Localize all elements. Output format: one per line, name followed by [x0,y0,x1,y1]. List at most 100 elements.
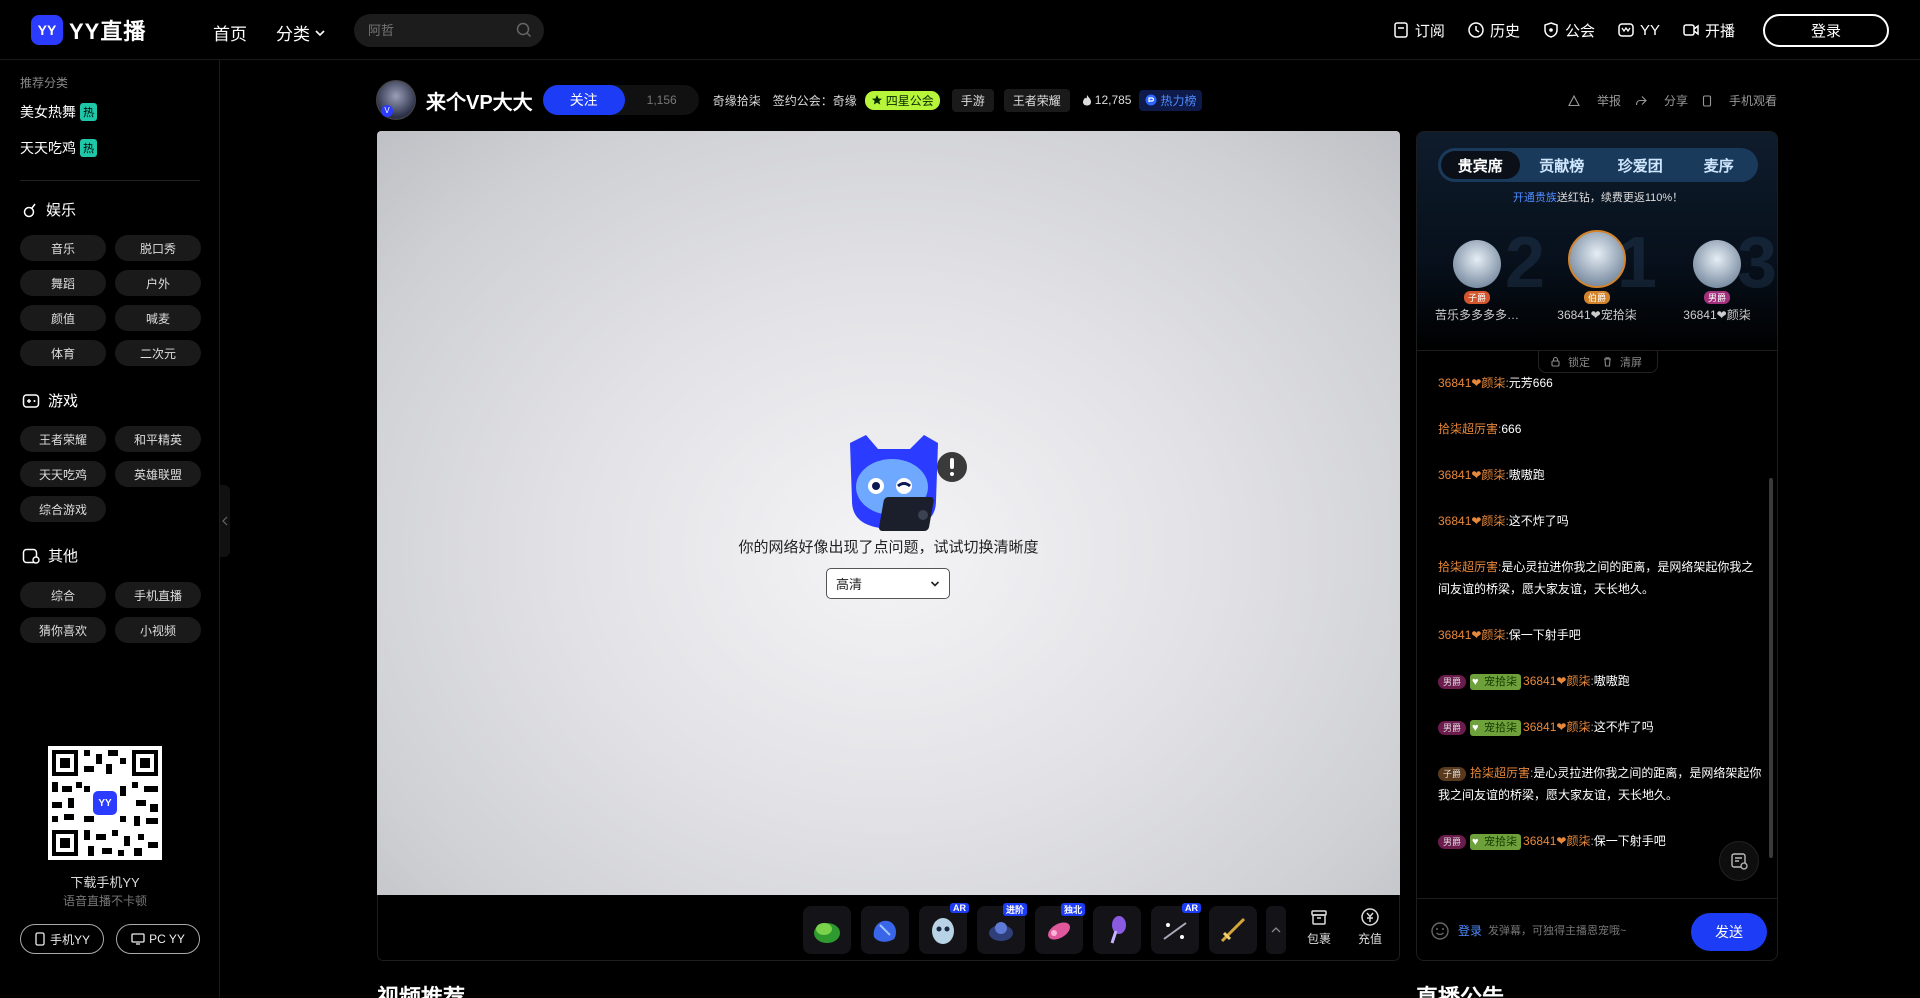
sidebar-pill[interactable]: 综合游戏 [20,496,106,522]
gift-item[interactable] [1209,906,1257,954]
chat-text: 元芳666 [1508,376,1553,390]
vip-seat[interactable]: 伯爵 36841❤宠拾柒 [1537,230,1657,323]
chat-scrollbar[interactable] [1769,478,1773,858]
nav-category[interactable]: 分类 [276,20,326,45]
guild-label[interactable]: 签约公会：奇缘 [773,92,857,109]
chat-message: 男爵宠拾柒36841❤颜柒:这不炸了吗 [1438,716,1763,738]
package-button[interactable]: 包裹 [1297,907,1341,947]
sidebar-pill[interactable]: 王者荣耀 [20,426,106,452]
noble-promo-link[interactable]: 开通贵族 [1513,192,1557,204]
chat-user[interactable]: 拾柒超厉害 [1438,560,1498,574]
sidebar-pill[interactable]: 小视频 [115,617,201,643]
sidebar-pill[interactable]: 音乐 [20,235,106,261]
nav-home[interactable]: 首页 [213,20,247,45]
sidebar-pill[interactable]: 舞蹈 [20,270,106,296]
chat-user[interactable]: 36841❤颜柒 [1523,834,1590,848]
channel-name[interactable]: 奇缘拾柒 [713,92,761,109]
gift-item[interactable] [1093,906,1141,954]
tab-vip-seats[interactable]: 贵宾席 [1441,151,1520,179]
vip-seat[interactable]: 男爵 36841❤颜柒 [1657,240,1777,323]
verified-icon: V [381,105,393,117]
sidebar-pill[interactable]: 喊麦 [115,305,201,331]
pc-app-button[interactable]: PC YY [116,924,200,954]
gift-item[interactable]: AR [919,903,969,954]
video-player[interactable]: 你的网络好像出现了点问题，试试切换清晰度 高清 [377,131,1400,895]
sidebar-pill[interactable]: 英雄联盟 [115,461,201,487]
chat-message: 拾柒超厉害:是心灵拉进你我之间的距离，是网络架起你我之间友谊的桥梁，愿大家友谊，… [1438,556,1763,600]
sidebar-group-other[interactable]: 其他 [22,545,78,566]
heat-value: 12,785 [1094,93,1132,107]
mobile-app-button[interactable]: 手机YY [20,924,104,954]
yy-icon [1618,23,1634,37]
sidebar-pill[interactable]: 天天吃鸡 [20,461,106,487]
gift-item[interactable]: 独北 [1035,903,1085,954]
chat-user[interactable]: 拾柒超厉害 [1438,422,1498,436]
gift-item[interactable]: 进阶 [977,903,1027,954]
sidebar-pill[interactable]: 猜你喜欢 [20,617,106,643]
send-button[interactable]: 发送 [1691,913,1767,951]
sidebar-pill[interactable]: 综合 [20,582,106,608]
category-tag[interactable]: 手游 [951,88,994,112]
sidebar-pill[interactable]: 体育 [20,340,106,366]
sidebar-pill[interactable]: 手机直播 [115,582,201,608]
clear-button[interactable]: 清屏 [1602,354,1646,370]
gift-scroll-button[interactable] [1266,906,1286,954]
sidebar-hot-item[interactable]: 天天吃鸡 热 [20,138,97,158]
vip-seat[interactable]: 子爵 苦乐多多多多… [1417,240,1537,323]
search-icon[interactable] [516,22,532,38]
share-link[interactable]: 分享 [1635,92,1688,109]
chat-user[interactable]: 36841❤颜柒 [1438,514,1505,528]
sidebar-pill[interactable]: 颜值 [20,305,106,331]
guild-link[interactable]: 公会 [1542,20,1595,41]
heat-rank-tag[interactable]: 热力榜 [1139,89,1203,111]
report-link[interactable]: 举报 [1568,92,1621,109]
gift-item[interactable] [861,906,909,954]
quality-select[interactable]: 高清 [826,568,950,599]
chat-settings-button[interactable] [1719,841,1759,881]
recharge-button[interactable]: 充值 [1348,907,1392,947]
sidebar-group-entertainment[interactable]: 娱乐 [22,199,76,220]
tab-contribution[interactable]: 贡献榜 [1523,148,1602,182]
chat-user[interactable]: 36841❤颜柒 [1438,468,1505,482]
subscribe-link[interactable]: 订阅 [1392,20,1445,41]
sidebar-group-title: 娱乐 [46,202,77,219]
search-input[interactable] [354,14,504,47]
emoji-icon[interactable] [1430,921,1450,941]
gift-item[interactable] [803,906,851,954]
login-button[interactable]: 登录 [1763,13,1889,47]
yy-link[interactable]: YY [1617,21,1660,39]
chat-login-link[interactable]: 登录 [1458,922,1482,939]
tab-mic-queue[interactable]: 麦序 [1680,148,1759,182]
gift-item[interactable]: AR [1151,903,1201,954]
sidebar-collapse-handle[interactable] [220,485,230,557]
sidebar-group-games[interactable]: 游戏 [22,390,78,411]
vip-seat-avatar [1453,240,1501,288]
lock-button[interactable]: 锁定 [1550,354,1594,370]
chat-user[interactable]: 36841❤颜柒 [1438,376,1505,390]
tab-fan-club[interactable]: 珍爱团 [1601,148,1680,182]
chat-user[interactable]: 36841❤颜柒 [1523,674,1590,688]
gift-candy-icon [1048,922,1070,940]
sidebar-hot-item[interactable]: 美女热舞 热 [20,102,97,122]
history-link[interactable]: 历史 [1467,20,1520,41]
hot-tag: 热 [80,103,97,121]
host-avatar[interactable]: V [376,80,416,120]
sidebar-pill[interactable]: 二次元 [115,340,201,366]
chat-user[interactable]: 拾柒超厉害 [1470,766,1530,780]
game-tag[interactable]: 王者荣耀 [1003,88,1070,112]
top-bar: YY YY直播 首页 分类 订阅 历史 公会 YY 开播 登录 [0,0,1920,60]
sidebar-pill[interactable]: 脱口秀 [115,235,201,261]
chat-user[interactable]: 36841❤颜柒 [1523,720,1590,734]
follower-count: 1,156 [646,93,677,107]
chat-input[interactable] [1488,924,1679,937]
vip-seat-name: 36841❤宠拾柒 [1557,308,1637,322]
follow-button[interactable]: 关注 [542,85,625,115]
sidebar-pill[interactable]: 户外 [115,270,201,296]
room-header: V 来个VP大大 关注 1,156 奇缘拾柒 签约公会：奇缘 四星公会 手游 王… [376,80,1203,120]
chat-user[interactable]: 36841❤颜柒 [1438,628,1505,642]
sidebar-pill[interactable]: 和平精英 [115,426,201,452]
package-label: 包裹 [1306,932,1331,946]
mobile-watch-link[interactable]: 手机观看 [1702,92,1777,109]
broadcast-link[interactable]: 开播 [1682,20,1735,41]
logo[interactable]: YY YY直播 [31,14,146,46]
